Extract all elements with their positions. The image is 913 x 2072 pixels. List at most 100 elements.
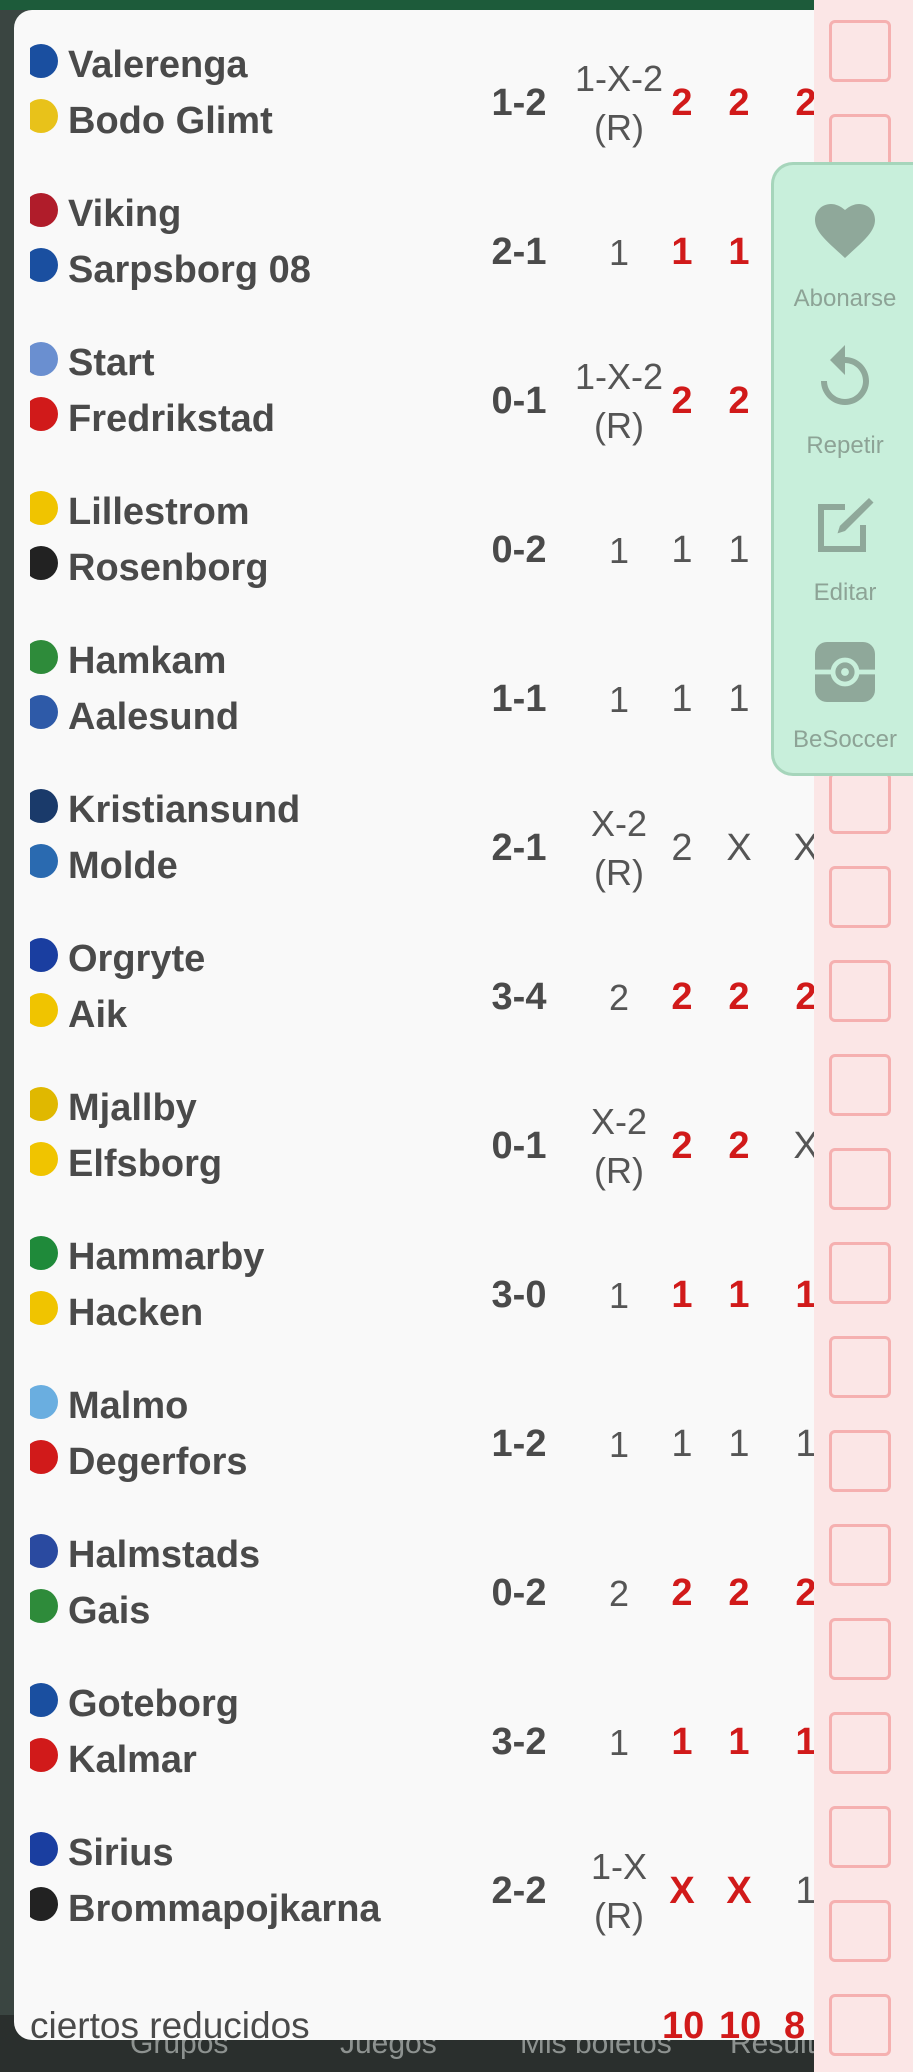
home-team-name: Orgryte — [68, 938, 206, 980]
pattern-tile — [829, 1242, 891, 1304]
column-2-sign: 1 — [728, 678, 750, 720]
column-1-sign: 2 — [671, 1572, 693, 1614]
match-row[interactable]: Kristiansund Molde 2-1 X-2 (R) 2 X X — [14, 755, 814, 904]
match-row[interactable]: Halmstads Gais 0-2 2 2 2 2 — [14, 1500, 814, 1649]
results-sheet: Valerenga Bodo Glimt 1-2 1-X-2 (R) 2 2 2 Viking S… — [14, 10, 814, 2040]
column-1-sign: X — [669, 1870, 695, 1912]
home-team-name: Goteborg — [68, 1683, 239, 1725]
match-row[interactable]: LillestromRosenborg0-21111 — [14, 457, 814, 606]
repeat-button[interactable]: Repetir — [774, 322, 913, 469]
home-team-logo — [30, 189, 58, 231]
column-3-sign: 1 — [795, 1721, 814, 1763]
pattern-tile — [829, 772, 891, 834]
match-row[interactable]: Goteborg Kalmar 3-2 1 1 1 1 — [14, 1649, 814, 1798]
pattern-tile — [829, 1524, 891, 1586]
column-1-sign: 1 — [671, 529, 693, 571]
home-team-logo — [30, 1679, 58, 1721]
column-3-sign: 1 — [795, 1870, 814, 1912]
home-team-logo — [30, 1530, 58, 1572]
home-team-logo — [30, 1232, 58, 1274]
column-1-sign: 2 — [671, 380, 693, 422]
home-team-name: Sirius — [68, 1832, 174, 1874]
home-team-name: Kristiansund — [68, 789, 301, 831]
home-team-logo — [30, 487, 58, 529]
home-team-name: Halmstads — [68, 1534, 261, 1576]
home-team-logo — [30, 1381, 58, 1423]
pattern-tile — [829, 20, 891, 82]
column-2-sign: 1 — [728, 529, 750, 571]
pattern-tile — [829, 1054, 891, 1116]
edit-label: Editar — [813, 579, 877, 606]
home-team-name: Mjallby — [68, 1087, 197, 1129]
column-1-sign: 1 — [671, 1423, 693, 1465]
away-team-logo — [30, 1287, 58, 1329]
home-team-logo — [30, 636, 58, 678]
home-team-name: Viking — [68, 193, 182, 235]
away-team-name: Degerfors — [68, 1441, 248, 1483]
home-team-name: Start — [68, 342, 155, 384]
heart-icon — [815, 204, 875, 258]
home-team-name: Valerenga — [68, 44, 248, 86]
pattern-tile — [829, 1994, 891, 2056]
besoccer-button[interactable]: BeSoccer — [774, 616, 913, 763]
besoccer-icon — [815, 642, 875, 702]
subscribe-button[interactable]: Abonarse — [774, 175, 913, 322]
away-team-name: Molde — [68, 845, 178, 887]
away-team-name: Brommapojkarna — [68, 1888, 381, 1930]
column-1-sign: 1 — [671, 231, 693, 273]
away-team-logo — [30, 1883, 58, 1925]
column-3-sign: X — [793, 1125, 814, 1167]
home-team-logo — [30, 785, 58, 827]
match-row[interactable]: HamkamAalesund1-11111 — [14, 606, 814, 755]
match-row[interactable]: Malmo Degerfors 1-2 1 1 1 1 — [14, 1351, 814, 1500]
pattern-tile — [829, 1336, 891, 1398]
match-row[interactable]: Valerenga Bodo Glimt 1-2 1-X-2 (R) 2 2 2 — [14, 10, 814, 159]
hits-total-col3: 8 — [784, 2005, 806, 2040]
match-row[interactable]: Orgryte Aik 3-4 2 2 2 2 — [14, 904, 814, 1053]
pattern-tile — [829, 1148, 891, 1210]
column-1-sign: 1 — [671, 1274, 693, 1316]
away-team-logo — [30, 393, 58, 435]
away-team-logo — [30, 840, 58, 882]
pattern-tile — [829, 866, 891, 928]
column-1-sign: 2 — [671, 1125, 693, 1167]
match-row[interactable]: Hammarby Hacken 3-0 1 1 1 1 — [14, 1202, 814, 1351]
column-2-sign: X — [726, 1870, 752, 1912]
column-3-sign: 1 — [795, 1423, 814, 1465]
match-row[interactable]: Mjallby Elfsborg 0-1 X-2 (R) 2 2 X — [14, 1053, 814, 1202]
edit-button[interactable]: Editar — [774, 469, 913, 616]
edit-icon — [818, 498, 874, 552]
away-team-logo — [30, 244, 58, 286]
hits-total-col2: 10 — [719, 2005, 762, 2040]
column-2-sign: 1 — [728, 1721, 750, 1763]
away-team-name: Kalmar — [68, 1739, 197, 1781]
away-team-name: Gais — [68, 1590, 151, 1632]
match-row[interactable]: Sirius Brommapojkarna 2-2 1-X (R) X X 1 — [14, 1798, 814, 1947]
column-2-sign: 2 — [728, 976, 750, 1018]
home-team-logo — [30, 338, 58, 380]
match-row[interactable]: StartFredrikstad0-11-X-2(R)222 — [14, 308, 814, 457]
pattern-tile — [829, 1430, 891, 1492]
column-3-sign: 2 — [795, 82, 814, 124]
column-1-sign: 1 — [671, 678, 693, 720]
away-team-name: Elfsborg — [68, 1143, 223, 1185]
home-team-logo — [30, 1828, 58, 1870]
column-2-sign: 2 — [728, 82, 750, 124]
away-team-name: Sarpsborg 08 — [68, 249, 311, 291]
away-team-logo — [30, 1734, 58, 1776]
match-row[interactable]: VikingSarpsborg 082-11111 — [14, 159, 814, 308]
besoccer-label: BeSoccer — [792, 726, 898, 753]
repeat-label: Repetir — [806, 432, 884, 459]
away-team-logo — [30, 1585, 58, 1627]
column-1-sign: 2 — [671, 976, 693, 1018]
subscribe-label: Abonarse — [793, 285, 897, 312]
hits-total-label: ciertos reducidos — [30, 2005, 310, 2040]
away-team-logo — [30, 691, 58, 733]
away-team-name: Aalesund — [68, 696, 240, 738]
home-team-name: Lillestrom — [68, 491, 250, 533]
column-3-sign: 2 — [795, 976, 814, 1018]
away-team-name: Fredrikstad — [68, 398, 275, 440]
repeat-icon — [821, 345, 869, 405]
home-team-name: Hammarby — [68, 1236, 265, 1278]
column-3-sign: 1 — [795, 1274, 814, 1316]
